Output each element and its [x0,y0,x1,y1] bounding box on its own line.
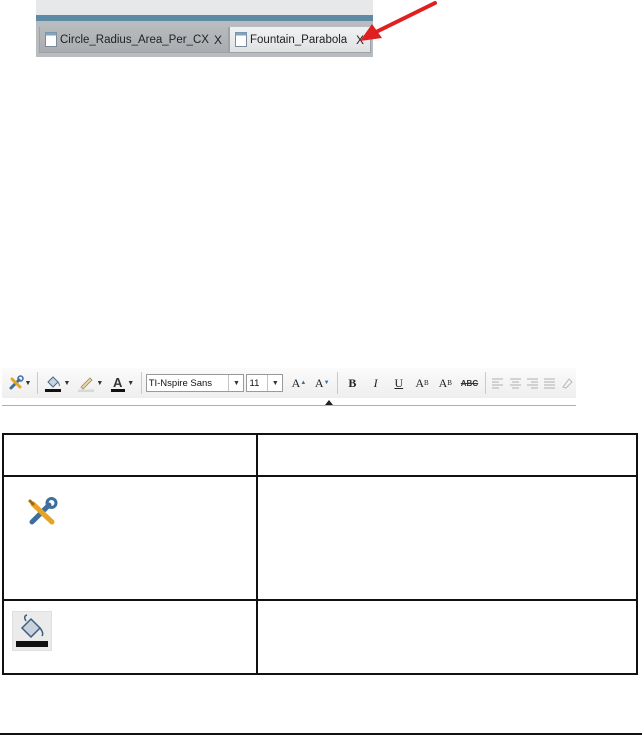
underline-button[interactable]: U [387,371,410,395]
fill-color-button[interactable]: ▼ [41,371,74,395]
align-right-button[interactable] [524,371,541,395]
table-cell [256,433,638,477]
doc-tab-circle-radius[interactable]: Circle_Radius_Area_Per_CX X [39,27,229,53]
chevron-down-icon[interactable]: ▼ [228,375,243,391]
superscript-mark: B [424,379,429,387]
chevron-down-icon[interactable]: ▼ [267,375,282,391]
document-tab-strip: Circle_Radius_Area_Per_CX X Fountain_Par… [36,0,373,57]
table-cell [2,599,258,675]
increase-font-label: A [291,375,301,390]
table-cell [2,475,258,601]
document-icon [45,32,57,47]
eraser-icon [562,378,574,389]
chevron-down-icon: ▼ [24,379,32,387]
chevron-down-icon: ▼ [127,379,135,387]
triangle-up-icon: ▲ [300,380,307,386]
table-cell [256,599,638,675]
justify-button[interactable] [541,371,558,395]
close-tab-button[interactable]: X [210,33,228,47]
align-left-button[interactable] [489,371,506,395]
fill-bucket-icon [16,614,48,647]
align-left-icon [492,378,504,388]
toolbar-separator [37,372,38,394]
page-bottom-rule [0,733,642,735]
table-row [2,433,638,477]
red-arrow-annotation-icon [360,1,437,41]
decrease-font-button[interactable]: A ▼ [311,371,334,395]
align-justify-icon [544,378,556,388]
increase-font-button[interactable]: A ▲ [287,371,310,395]
align-center-button[interactable] [506,371,523,395]
text-color-button[interactable]: A ▼ [107,371,138,395]
document-icon [235,32,247,47]
clear-format-button[interactable] [559,371,576,395]
fill-bucket-icon-tile [12,611,52,651]
fill-bucket-icon [45,376,62,392]
triangle-up-icon[interactable] [325,400,333,405]
tools-menu-button[interactable]: ▼ [5,371,34,395]
font-size-value: 11 [249,377,260,389]
triangle-down-icon: ▼ [323,380,330,386]
toolbar-reference-table [2,433,638,675]
font-name-select[interactable]: TI-Nspire Sans ▼ [145,374,245,392]
font-name-value: TI-Nspire Sans [148,377,213,389]
toolbar-separator [140,372,142,394]
chevron-down-icon: ▼ [63,379,71,387]
font-size-select[interactable]: 11 ▼ [246,374,284,392]
table-cell [256,475,638,601]
table-row [2,599,638,675]
text-color-icon: A [111,375,126,392]
toolbar-separator [485,372,486,394]
format-toolbar: ▼ ▼ ▼ A ▼ TI-Nspire Sans ▼ 11 ▼ A ▲ A ▼ … [2,368,576,406]
tools-icon [28,497,58,525]
subscript-label: A [438,375,448,390]
svg-text:A: A [113,375,123,390]
strikethrough-button[interactable]: ABC [457,371,482,395]
subscript-button[interactable]: AB [434,371,457,395]
superscript-button[interactable]: AB [410,371,433,395]
tools-icon [9,375,24,390]
doc-tab-label: Circle_Radius_Area_Per_CX [60,33,209,46]
decrease-font-label: A [314,375,324,390]
align-center-icon [509,378,521,388]
table-row [2,475,638,601]
italic-button[interactable]: I [364,371,387,395]
doc-tab-label: Fountain_Parabola [250,33,348,46]
bold-button[interactable]: B [341,371,364,395]
chevron-down-icon: ▼ [96,379,104,387]
toolbar-bottom-border [2,405,576,406]
toolbar-separator [336,372,338,394]
line-color-button[interactable]: ▼ [74,371,107,395]
align-right-icon [527,378,539,388]
subscript-mark: B [447,379,452,387]
superscript-label: A [415,375,425,390]
table-cell [2,433,258,477]
pencil-icon [78,377,95,392]
